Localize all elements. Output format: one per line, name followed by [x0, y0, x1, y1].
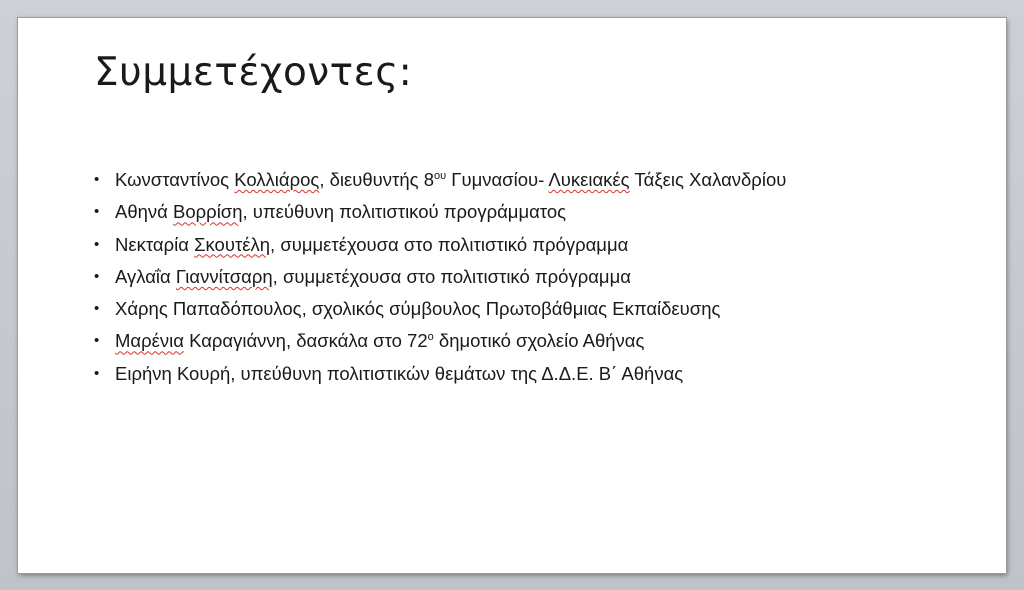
bullet-text: Χάρης Παπαδόπουλος, σχολικός σύμβουλος Π… — [115, 295, 720, 323]
superscript-text: ου — [433, 170, 447, 182]
slide[interactable]: Συμμετέχοντες: • Κωνσταντίνος Κολλιάρος, … — [17, 17, 1007, 574]
text-run: δημοτικό σχολείο Αθήνας — [433, 330, 645, 352]
text-run: Κωνσταντίνος — [115, 169, 235, 190]
text-run: Αγλαΐα — [115, 265, 176, 287]
text-run: , συμμετέχουσα στο πολιτιστικό πρόγραμμα — [270, 233, 629, 255]
bullet-dot-icon: • — [94, 332, 100, 350]
bullet-text: Αγλαΐα Γιαννίτσαρη, συμμετέχουσα στο πολ… — [115, 263, 631, 291]
text-run: Νεκταρία — [115, 233, 195, 255]
bullet-text: Νεκταρία Σκουτέλη, συμμετέχουσα στο πολι… — [115, 231, 628, 259]
bullet-dot-icon: • — [94, 300, 100, 318]
misspelled-word: Γιαννίτσαρη — [175, 265, 273, 287]
text-run: , υπεύθυνη πολιτιστικού προγράμματος — [242, 201, 567, 223]
text-run: Γυμνασίου- — [446, 169, 549, 190]
bullet-dot-icon: • — [94, 267, 100, 285]
text-run: Ειρήνη Κουρή, υπεύθυνη πολιτιστικών θεμά… — [115, 362, 684, 384]
bullet-text: Μαρένια Καραγιάννη, δασκάλα στο 72ο δημο… — [115, 327, 644, 355]
misspelled-word: Σκουτέλη — [194, 233, 271, 255]
bullet-dot-icon: • — [94, 364, 100, 382]
text-run: , συμμετέχουσα στο πολιτιστικό πρόγραμμα — [272, 265, 631, 287]
text-run: Τάξεις Χαλανδρίου — [629, 169, 787, 190]
bullet-text: Αθηνά Βορρίση, υπεύθυνη πολιτιστικού προ… — [115, 198, 566, 226]
text-run: Καραγιάννη, δασκάλα στο 72 — [183, 330, 428, 352]
slide-title[interactable]: Συμμετέχοντες: — [94, 50, 412, 95]
bullet-dot-icon: • — [94, 235, 100, 253]
text-run: Χάρης Παπαδόπουλος, σχολικός σύμβουλος Π… — [115, 298, 721, 320]
bullet-dot-icon: • — [94, 171, 100, 188]
misspelled-word: Λυκειακές — [548, 169, 630, 190]
bullet-text: Κωνσταντίνος Κολλιάρος, διευθυντής 8ου Γ… — [115, 166, 786, 194]
misspelled-word: Κολλιάρος — [234, 169, 320, 190]
bullet-dot-icon: • — [94, 203, 100, 221]
misspelled-word: Μαρένια — [115, 330, 184, 352]
slide-editor-area: Συμμετέχοντες: • Κωνσταντίνος Κολλιάρος, … — [0, 0, 1024, 590]
bullet-text: Ειρήνη Κουρή, υπεύθυνη πολιτιστικών θεμά… — [115, 360, 683, 388]
text-run: , διευθυντής 8 — [319, 169, 434, 190]
text-run: Αθηνά — [115, 201, 174, 223]
misspelled-word: Βορρίση — [173, 201, 243, 223]
